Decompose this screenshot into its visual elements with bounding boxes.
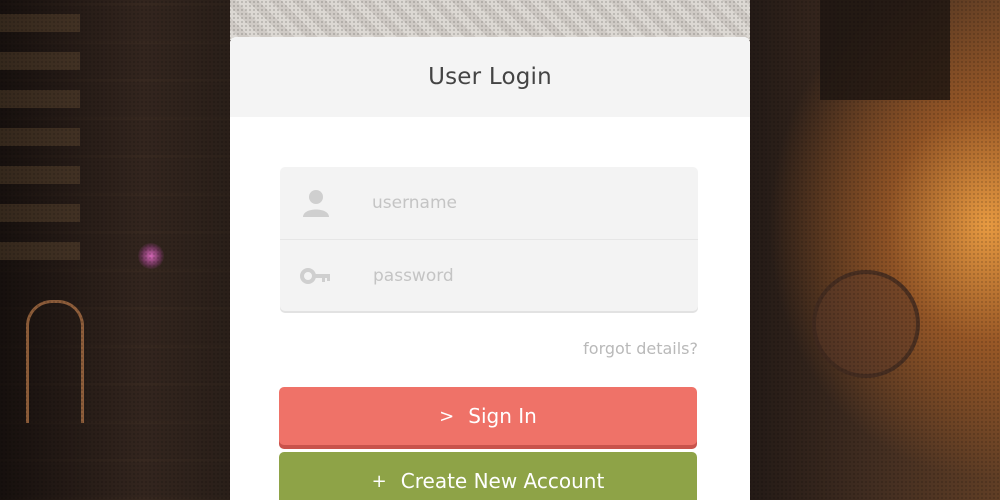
user-icon bbox=[300, 187, 332, 219]
username-input[interactable] bbox=[372, 167, 682, 239]
chevron-right-icon: > bbox=[439, 405, 455, 427]
login-card: User Login username forgot details? > Si… bbox=[230, 37, 750, 500]
password-row bbox=[280, 240, 698, 311]
key-icon bbox=[300, 260, 332, 292]
login-screen: User Login username forgot details? > Si… bbox=[0, 0, 1000, 500]
card-header: User Login bbox=[230, 37, 750, 117]
credentials-box bbox=[280, 167, 698, 311]
page-title: User Login bbox=[428, 64, 552, 90]
forgot-details-link[interactable]: forgot details? bbox=[583, 339, 698, 358]
sign-in-button[interactable]: > Sign In bbox=[279, 387, 697, 445]
plus-icon: + bbox=[371, 470, 387, 492]
create-account-label: Create New Account bbox=[400, 469, 605, 493]
create-account-button[interactable]: + Create New Account bbox=[279, 452, 697, 500]
password-input[interactable] bbox=[373, 240, 683, 311]
sign-in-label: Sign In bbox=[468, 404, 537, 428]
username-row bbox=[280, 167, 698, 240]
